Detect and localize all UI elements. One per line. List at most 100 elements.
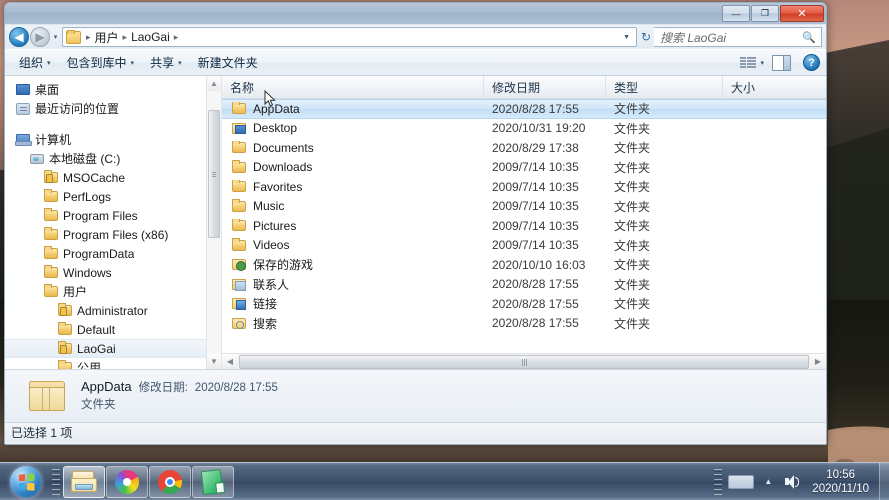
file-name-cell: AppData: [222, 101, 484, 116]
nav-separator: [5, 118, 221, 130]
sidebar-item-[interactable]: 计算机: [5, 130, 221, 149]
column-header-date[interactable]: 修改日期: [484, 76, 606, 99]
file-name-label: 保存的游戏: [253, 258, 314, 273]
table-row[interactable]: 搜索 2020/8/28 17:55 文件夹: [222, 314, 826, 334]
breadcrumb-item-users[interactable]: 用户: [94, 29, 120, 46]
folder-icon: [58, 322, 72, 335]
file-name-label: Downloads: [253, 160, 313, 175]
clock[interactable]: 10:56 2020/11/10: [812, 468, 879, 496]
back-button[interactable]: ◀: [9, 27, 29, 47]
details-modified-label: 修改日期:: [138, 382, 188, 394]
sidebar-item-msocache[interactable]: MSOCache: [5, 168, 221, 187]
maximize-button[interactable]: ❐: [751, 5, 779, 22]
photos-icon: [115, 469, 139, 494]
table-row[interactable]: 保存的游戏 2020/10/10 16:03 文件夹: [222, 255, 826, 275]
address-breadcrumb-bar[interactable]: ▸ 用户 ▸ LaoGai ▸ ▼: [62, 27, 637, 47]
scroll-right-icon[interactable]: ▶: [810, 353, 826, 369]
file-type-cell: 文件夹: [614, 238, 651, 253]
tray-grip[interactable]: [714, 468, 723, 495]
scroll-down-icon[interactable]: ▼: [207, 354, 221, 369]
taskbar-button-photos[interactable]: [106, 465, 148, 498]
table-row[interactable]: Documents 2020/8/29 17:38 文件夹: [222, 138, 826, 158]
column-header-type[interactable]: 类型: [606, 76, 723, 99]
chevron-down-icon[interactable]: ▼: [619, 34, 634, 41]
navigation-scrollbar-thumb[interactable]: [208, 110, 220, 238]
scroll-left-icon[interactable]: ◀: [222, 353, 238, 369]
windows-logo-icon: [10, 465, 42, 498]
breadcrumb-item-laogai[interactable]: LaoGai: [130, 30, 171, 44]
sidebar-item-[interactable]: 最近访问的位置: [5, 99, 221, 118]
sidebar-item-program-files-x86[interactable]: Program Files (x86): [5, 225, 221, 244]
details-pane: AppData 修改日期: 2020/8/28 17:55 文件夹: [5, 369, 826, 422]
table-row[interactable]: 联系人 2020/8/28 17:55 文件夹: [222, 275, 826, 295]
minimize-button[interactable]: —: [722, 5, 750, 22]
window-titlebar[interactable]: — ❐ ✕: [5, 3, 826, 25]
close-button[interactable]: ✕: [780, 5, 824, 22]
column-header-name[interactable]: 名称: [222, 76, 484, 99]
file-date-cell: 2020/8/28 17:55: [492, 296, 579, 311]
table-row[interactable]: Music 2009/7/14 10:35 文件夹: [222, 197, 826, 217]
clock-date: 2020/11/10: [812, 482, 869, 495]
table-row[interactable]: Desktop 2020/10/31 19:20 文件夹: [222, 119, 826, 139]
sidebar-item-c[interactable]: 本地磁盘 (C:): [5, 149, 221, 168]
include-in-library-button[interactable]: 包含到库中 ▾: [59, 51, 143, 74]
share-button[interactable]: 共享 ▾: [142, 51, 190, 74]
horizontal-scrollbar-thumb[interactable]: [239, 354, 809, 369]
sidebar-item-programdata[interactable]: ProgramData: [5, 244, 221, 263]
sidebar-item-default[interactable]: Default: [5, 320, 221, 339]
taskbar-button-google-chrome[interactable]: [149, 465, 191, 498]
sidebar-item-label: Windows: [63, 265, 112, 280]
file-date-cell: 2020/10/10 16:03: [492, 257, 586, 272]
forward-button[interactable]: ▶: [30, 27, 50, 47]
sidebar-item-laogai[interactable]: LaoGai: [5, 339, 221, 358]
folder-icon: [232, 238, 246, 251]
table-row[interactable]: Pictures 2009/7/14 10:35 文件夹: [222, 216, 826, 236]
sidebar-item-[interactable]: 桌面: [5, 80, 221, 99]
file-name-cell: Pictures: [222, 218, 484, 233]
table-row[interactable]: 链接 2020/8/28 17:55 文件夹: [222, 294, 826, 314]
show-hidden-icons-icon[interactable]: ▲: [764, 477, 772, 486]
sidebar-item-administrator[interactable]: Administrator: [5, 301, 221, 320]
taskbar-grip[interactable]: [52, 468, 60, 495]
search-icon: 🔍: [802, 31, 816, 44]
chevron-down-icon[interactable]: ▾: [760, 59, 770, 67]
sidebar-item-windows[interactable]: Windows: [5, 263, 221, 282]
table-row[interactable]: Videos 2009/7/14 10:35 文件夹: [222, 236, 826, 256]
new-folder-button[interactable]: 新建文件夹: [190, 51, 266, 74]
address-bar-row: ◀ ▶ ▾ ▸ 用户 ▸ LaoGai ▸ ▼ ↻ 搜索 LaoGai 🔍: [5, 25, 826, 49]
file-date-cell: 2009/7/14 10:35: [492, 238, 579, 253]
table-row[interactable]: AppData 2020/8/28 17:55 文件夹: [222, 99, 826, 119]
organize-button[interactable]: 组织 ▾: [11, 51, 59, 74]
file-type-cell: 文件夹: [614, 316, 651, 331]
table-row[interactable]: Favorites 2009/7/14 10:35 文件夹: [222, 177, 826, 197]
volume-icon[interactable]: [784, 474, 800, 490]
file-name-cell: Downloads: [222, 160, 484, 174]
sidebar-item-perflogs[interactable]: PerfLogs: [5, 187, 221, 206]
navigation-scrollbar[interactable]: ▲ ▼: [206, 76, 221, 369]
recent-pages-dropdown-icon[interactable]: ▾: [50, 33, 61, 41]
folder-icon: [232, 199, 246, 212]
sidebar-item-program-files[interactable]: Program Files: [5, 206, 221, 225]
sidebar-item-[interactable]: 公用: [5, 358, 221, 369]
horizontal-scrollbar[interactable]: ◀ ▶: [222, 353, 826, 369]
organize-label: 组织: [19, 56, 44, 70]
file-date-cell: 2009/7/14 10:35: [492, 218, 579, 233]
sidebar-item-[interactable]: 用户: [5, 282, 221, 301]
file-type-cell: 文件夹: [614, 297, 651, 312]
column-header-size[interactable]: 大小: [723, 76, 826, 99]
show-desktop-button[interactable]: [879, 462, 889, 500]
help-icon[interactable]: ?: [803, 54, 820, 71]
table-row[interactable]: Downloads 2009/7/14 10:35 文件夹: [222, 158, 826, 178]
include-in-library-label: 包含到库中: [66, 56, 127, 70]
taskbar-button-notes[interactable]: [192, 465, 234, 498]
start-button[interactable]: [3, 464, 49, 500]
folder-icon: [232, 101, 246, 115]
tray-hidden-icons[interactable]: [728, 474, 755, 489]
search-box[interactable]: 搜索 LaoGai 🔍: [654, 27, 822, 47]
scroll-up-icon[interactable]: ▲: [207, 76, 221, 91]
taskbar-button-windows-explorer[interactable]: [63, 465, 105, 498]
refresh-button[interactable]: ↻: [637, 27, 655, 47]
show-preview-pane-icon[interactable]: [772, 54, 791, 71]
change-view-icon[interactable]: [738, 54, 758, 71]
sidebar-item-label: Administrator: [77, 303, 148, 318]
